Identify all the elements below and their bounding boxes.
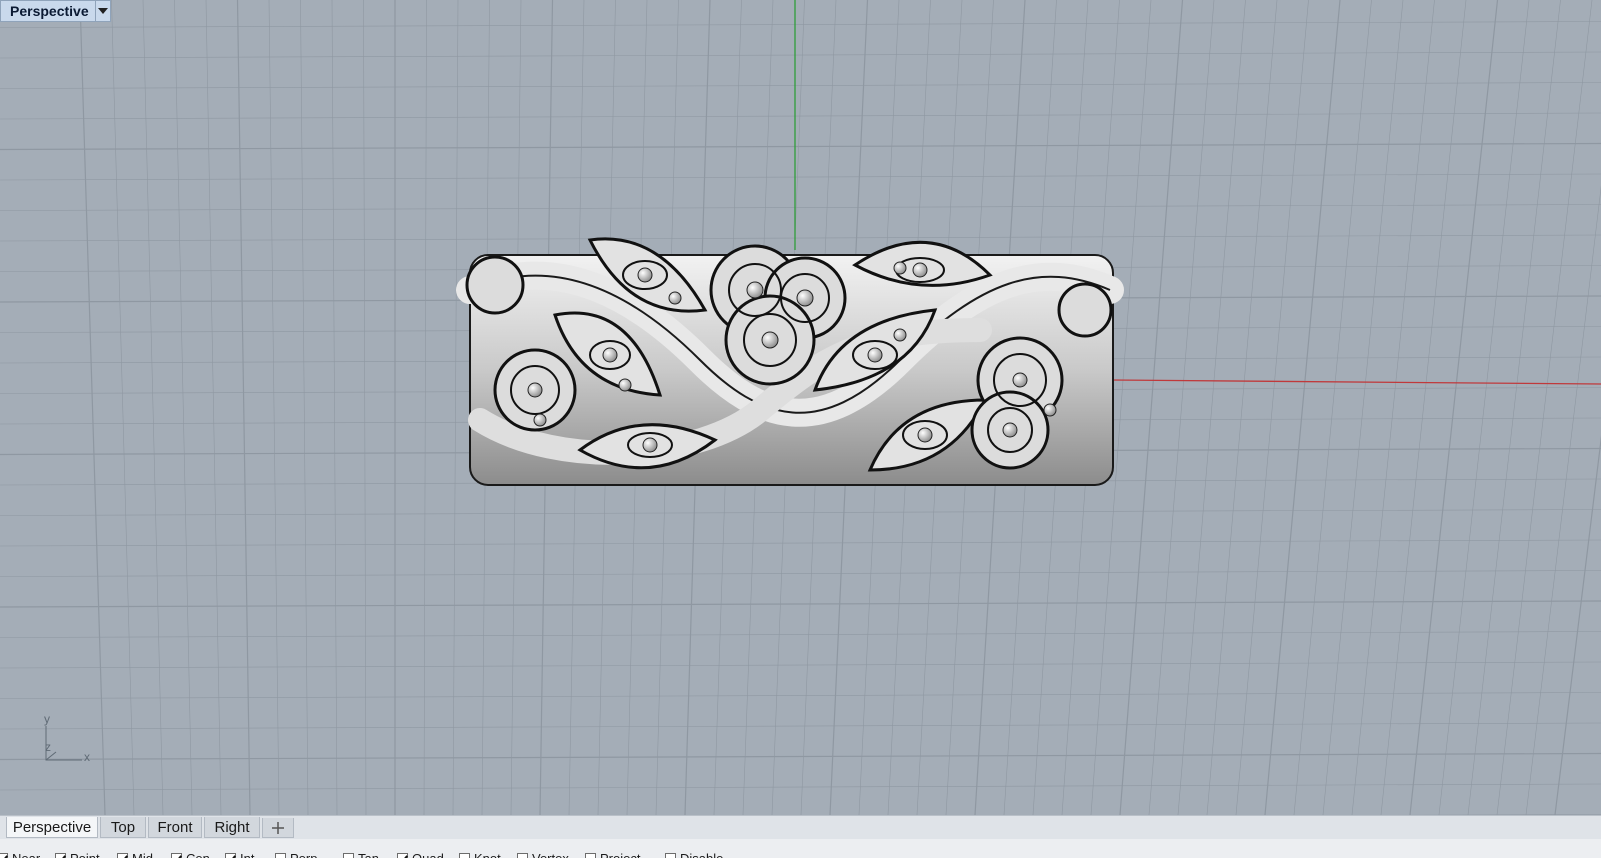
viewport-title-bar[interactable]: Perspective — [0, 0, 111, 22]
tab-top[interactable]: Top — [100, 817, 146, 838]
osnap-label: Vertex — [532, 851, 569, 858]
osnap-mid[interactable]: Mid — [117, 851, 153, 858]
osnap-label: Perp — [290, 851, 317, 858]
osnap-cen[interactable]: Cen — [171, 851, 210, 858]
osnap-vertex[interactable]: Vertex — [517, 851, 569, 858]
osnap-label: Near — [12, 851, 40, 858]
osnap-checkbox[interactable] — [225, 853, 236, 858]
osnap-checkbox[interactable] — [117, 853, 128, 858]
osnap-checkbox[interactable] — [343, 853, 354, 858]
osnap-bar: Near Point Mid Cen Int Perp Tan Quad Knot Vertex P… — [0, 839, 1601, 858]
tab-right[interactable]: Right — [204, 817, 260, 838]
osnap-label: Disable — [680, 851, 723, 858]
osnap-label: Quad — [412, 851, 444, 858]
osnap-int[interactable]: Int — [225, 851, 254, 858]
osnap-project[interactable]: Project — [585, 851, 640, 858]
osnap-tan[interactable]: Tan — [343, 851, 379, 858]
plus-icon — [272, 821, 284, 834]
osnap-checkbox[interactable] — [0, 853, 8, 858]
osnap-checkbox[interactable] — [665, 853, 676, 858]
axis-label-y: y — [44, 712, 50, 726]
osnap-label: Point — [70, 851, 100, 858]
osnap-disable[interactable]: Disable — [665, 851, 723, 858]
add-viewport-tab-button[interactable] — [262, 818, 294, 838]
osnap-checkbox[interactable] — [459, 853, 470, 858]
tab-front[interactable]: Front — [148, 817, 202, 838]
osnap-quad[interactable]: Quad — [397, 851, 444, 858]
osnap-near[interactable]: Near — [0, 851, 40, 858]
osnap-label: Project — [600, 851, 640, 858]
osnap-label: Tan — [358, 851, 379, 858]
osnap-checkbox[interactable] — [55, 853, 66, 858]
osnap-knot[interactable]: Knot — [459, 851, 501, 858]
viewport-tab-bar: Perspective Top Front Right — [0, 815, 1601, 839]
osnap-checkbox[interactable] — [171, 853, 182, 858]
osnap-label: Mid — [132, 851, 153, 858]
osnap-checkbox[interactable] — [585, 853, 596, 858]
viewport-menu-dropdown-icon[interactable] — [94, 1, 110, 21]
osnap-checkbox[interactable] — [397, 853, 408, 858]
osnap-label: Cen — [186, 851, 210, 858]
osnap-perp[interactable]: Perp — [275, 851, 317, 858]
axis-label-z: z — [45, 740, 51, 754]
world-axis-icon: y z x — [38, 712, 98, 768]
osnap-label: Knot — [474, 851, 501, 858]
perspective-viewport[interactable]: Perspective y z x — [0, 0, 1601, 815]
axis-label-x: x — [84, 750, 90, 764]
osnap-checkbox[interactable] — [517, 853, 528, 858]
ring-model[interactable] — [0, 0, 1601, 815]
osnap-label: Int — [240, 851, 254, 858]
osnap-point[interactable]: Point — [55, 851, 100, 858]
osnap-checkbox[interactable] — [275, 853, 286, 858]
tab-perspective[interactable]: Perspective — [6, 817, 98, 838]
viewport-title[interactable]: Perspective — [1, 1, 95, 21]
